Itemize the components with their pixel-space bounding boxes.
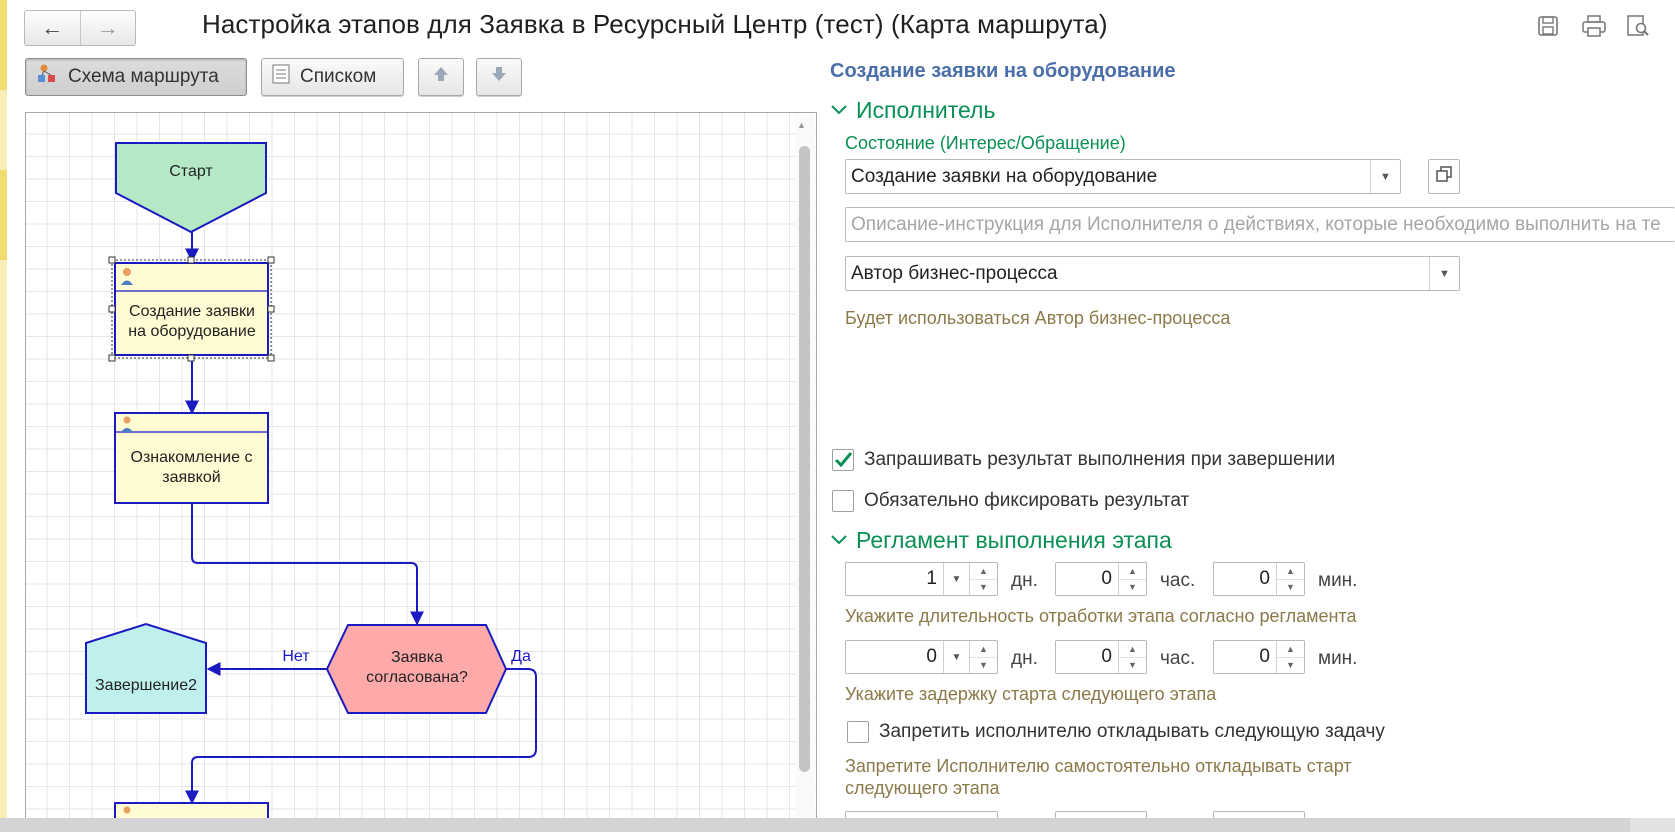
connector-task2-to-decision — [191, 503, 424, 626]
scroll-up-icon[interactable]: ▲ — [797, 120, 806, 130]
left-strip-mark — [0, 0, 7, 90]
description-input[interactable]: Описание-инструкция для Исполнителя о де… — [845, 207, 1675, 242]
route-diagram-canvas[interactable]: Старт Создание заявки на оборудование Оз… — [25, 112, 817, 822]
start-label: Старт — [169, 163, 213, 180]
duration-hours-field[interactable]: 0 ▲ ▼ — [1055, 562, 1147, 596]
navigation-buttons: ← → — [24, 10, 136, 46]
state-value: Создание заявки на оборудование — [851, 165, 1158, 187]
duration-days-value: 1 — [926, 568, 937, 589]
yes-label: Да — [511, 648, 531, 665]
duration-days-field[interactable]: 1 ▼ ▲ ▼ — [845, 562, 998, 596]
duration-minutes-value: 0 — [1259, 568, 1270, 589]
route-scheme-icon — [36, 63, 58, 91]
request-result-row[interactable]: Запрашивать результат выполнения при зав… — [832, 449, 1335, 471]
minutes-spinner[interactable]: ▲ ▼ — [1276, 563, 1304, 595]
chevron-down-icon[interactable]: ▼ — [1370, 160, 1400, 193]
list-icon — [272, 64, 290, 90]
delay-hours-field[interactable]: 0 ▲ ▼ — [1055, 640, 1147, 674]
page-title: Настройка этапов для Заявка в Ресурсный … — [202, 9, 1108, 39]
fix-result-label: Обязательно фиксировать результат — [864, 490, 1190, 511]
task2-label-line1: Ознакомление с — [130, 449, 253, 466]
executor-value: Автор бизнес-процесса — [851, 262, 1058, 284]
arrow-up-icon — [431, 64, 451, 90]
stage-title: Создание заявки на оборудование — [830, 60, 1176, 82]
move-down-button[interactable] — [476, 58, 522, 96]
task1-label-line1: Создание заявки — [129, 303, 255, 320]
list-label: Списком — [300, 66, 377, 87]
unit-hours: час. — [1160, 570, 1196, 591]
horizontal-scroll-thumb[interactable] — [0, 818, 1630, 832]
forbid-hint-line1: Запретите Исполнителю самостоятельно отк… — [845, 756, 1352, 776]
request-result-label: Запрашивать результат выполнения при зав… — [864, 449, 1336, 470]
unit-days: дн. — [1011, 570, 1038, 591]
unit-minutes: мин. — [1318, 648, 1358, 669]
days-spinner[interactable]: ▲ ▼ — [969, 563, 997, 595]
start-node — [115, 142, 267, 234]
days-spinner[interactable]: ▲ ▼ — [969, 641, 997, 673]
state-select[interactable]: Создание заявки на оборудование ▼ — [845, 159, 1401, 194]
save-icon[interactable] — [1534, 12, 1562, 40]
executor-hint: Будет использоваться Автор бизнес-процес… — [845, 308, 1231, 328]
end-label: Завершение2 — [95, 677, 197, 694]
forbid-postpone-checkbox[interactable] — [847, 721, 869, 743]
chevron-down-icon[interactable]: ▼ — [1429, 257, 1459, 290]
minutes-spinner[interactable]: ▲ ▼ — [1276, 641, 1304, 673]
arrow-right-icon[interactable]: → — [79, 11, 136, 45]
route-scheme-label: Схема маршрута — [68, 66, 219, 87]
delay-hours-value: 0 — [1101, 646, 1112, 667]
forbid-postpone-row[interactable]: Запретить исполнителю откладывать следую… — [847, 721, 1385, 743]
hours-spinner[interactable]: ▲ ▼ — [1118, 641, 1146, 673]
open-state-button[interactable] — [1428, 159, 1460, 194]
hours-spinner[interactable]: ▲ ▼ — [1118, 563, 1146, 595]
chevron-down-icon — [830, 530, 848, 551]
task1-label-line2: на оборудование — [128, 323, 256, 340]
preview-icon[interactable] — [1624, 12, 1652, 40]
delay-days-field[interactable]: 0 ▼ ▲ ▼ — [845, 640, 998, 674]
left-strip-mark — [0, 170, 7, 260]
state-label: Состояние (Интерес/Обращение) — [845, 133, 1126, 153]
move-up-button[interactable] — [418, 58, 464, 96]
executor-section-header[interactable]: Исполнитель — [830, 97, 995, 124]
delay-minutes-value: 0 — [1259, 646, 1270, 667]
request-result-checkbox[interactable] — [832, 449, 854, 471]
fix-result-checkbox[interactable] — [832, 490, 854, 512]
delay-minutes-field[interactable]: 0 ▲ ▼ — [1213, 640, 1305, 674]
forbid-hint-line2: следующего этапа — [845, 778, 1000, 798]
delay-days-value: 0 — [926, 646, 937, 667]
forbid-postpone-label: Запретить исполнителю откладывать следую… — [879, 721, 1385, 742]
decision-label-line1: Заявка — [391, 649, 443, 666]
left-strip — [0, 0, 7, 832]
decision-label-line2: согласована? — [366, 669, 468, 686]
executor-section-label: Исполнитель — [856, 97, 996, 123]
open-icon — [1436, 166, 1452, 187]
no-label: Нет — [282, 648, 310, 665]
list-view-button[interactable]: Списком — [261, 58, 404, 96]
task2-label-line2: заявкой — [162, 469, 221, 486]
diagram-scroll-thumb[interactable] — [799, 146, 810, 772]
checkmark-icon — [834, 452, 853, 468]
chevron-down-icon[interactable]: ▼ — [943, 641, 969, 673]
delay-hint: Укажите задержку старта следующего этапа — [845, 684, 1217, 704]
duration-minutes-field[interactable]: 0 ▲ ▼ — [1213, 562, 1305, 596]
route-scheme-button[interactable]: Схема маршрута — [25, 58, 247, 96]
arrow-left-icon[interactable]: ← — [25, 11, 80, 45]
description-placeholder: Описание-инструкция для Исполнителя о де… — [851, 213, 1661, 235]
print-icon[interactable] — [1580, 12, 1608, 40]
regulation-section-label: Регламент выполнения этапа — [856, 527, 1172, 553]
chevron-down-icon — [830, 100, 848, 121]
unit-minutes: мин. — [1318, 570, 1358, 591]
end-node — [85, 622, 207, 714]
fix-result-row[interactable]: Обязательно фиксировать результат — [832, 490, 1189, 512]
unit-hours: час. — [1160, 648, 1196, 669]
duration-hint: Укажите длительность отработки этапа сог… — [845, 606, 1357, 626]
executor-select[interactable]: Автор бизнес-процесса ▼ — [845, 256, 1460, 291]
unit-days: дн. — [1011, 648, 1038, 669]
chevron-down-icon[interactable]: ▼ — [943, 563, 969, 595]
duration-hours-value: 0 — [1101, 568, 1112, 589]
arrow-down-icon — [489, 64, 509, 90]
regulation-section-header[interactable]: Регламент выполнения этапа — [830, 527, 1172, 554]
